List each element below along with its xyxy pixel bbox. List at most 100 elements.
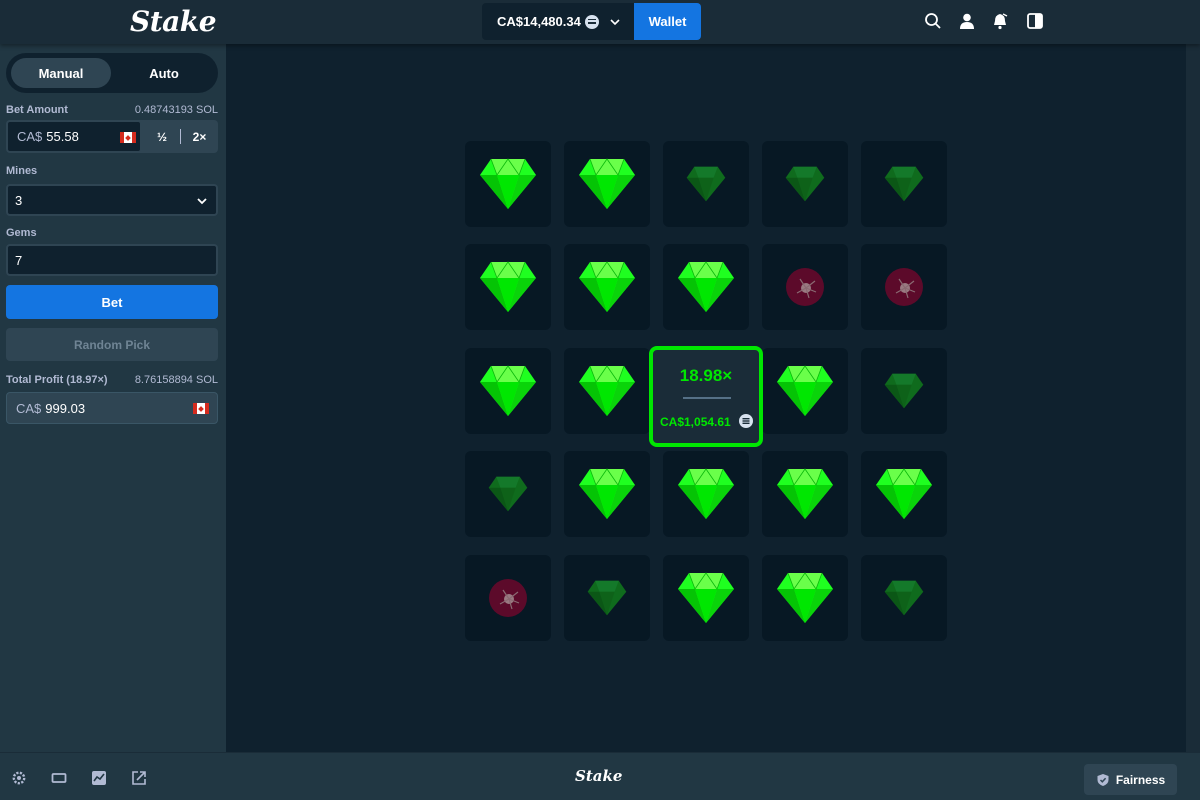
gem-icon	[579, 468, 635, 519]
mines-select[interactable]: 3	[6, 184, 218, 216]
gem-icon	[777, 365, 833, 416]
mine-tile[interactable]	[762, 451, 848, 537]
half-bet-button[interactable]: ½	[144, 120, 180, 153]
popout-icon[interactable]	[131, 770, 147, 786]
gems-label: Gems	[6, 227, 37, 239]
mine-tile[interactable]	[663, 244, 749, 330]
bottom-bar: Stake Fairness	[0, 752, 1200, 800]
mine-tile[interactable]	[465, 348, 551, 434]
result-divider	[683, 397, 731, 399]
mine-tile[interactable]	[564, 555, 650, 641]
result-multiplier: 18.98×	[679, 366, 733, 385]
mine-tile[interactable]	[564, 451, 650, 537]
mine-tile[interactable]	[762, 244, 848, 330]
bet-amount-crypto: 0.48743193 SOL	[134, 104, 218, 116]
stake-logo[interactable]: Stake	[130, 5, 217, 38]
gem-icon	[480, 261, 536, 312]
coin-icon	[739, 414, 753, 428]
mode-toggle: Manual Auto	[6, 53, 218, 93]
gem-icon	[579, 261, 635, 312]
mine-tile[interactable]	[564, 244, 650, 330]
gem-icon	[480, 365, 536, 416]
chevron-down-icon	[610, 18, 620, 25]
gem-icon	[579, 365, 635, 416]
settings-gear-icon[interactable]	[11, 770, 27, 786]
balance-value: CA$14,480.34	[497, 14, 581, 29]
gem-icon	[579, 158, 635, 209]
gem-icon	[785, 166, 825, 202]
gem-icon	[480, 158, 536, 209]
bet-currency: CA$	[17, 129, 43, 144]
gem-icon	[777, 572, 833, 623]
coin-icon	[584, 14, 599, 29]
gem-icon	[678, 572, 734, 623]
mine-tile[interactable]	[762, 348, 848, 434]
mine-tile[interactable]	[861, 348, 947, 434]
mine-tile[interactable]	[564, 348, 650, 434]
mine-tile[interactable]	[465, 555, 551, 641]
bet-amount-input[interactable]: CA$ 55.58	[7, 121, 141, 152]
canada-flag-icon	[120, 132, 136, 143]
double-bet-button[interactable]: 2×	[180, 129, 218, 144]
total-profit-field: CA$ 999.03	[6, 392, 218, 424]
profit-currency: CA$	[16, 400, 42, 416]
live-stats-icon[interactable]	[91, 770, 107, 786]
gem-icon	[884, 373, 924, 409]
user-icon[interactable]	[958, 12, 976, 30]
fairness-button[interactable]: Fairness	[1084, 764, 1177, 795]
gem-icon	[686, 166, 726, 202]
mine-icon	[786, 268, 824, 306]
gems-value: 7	[15, 252, 23, 268]
gem-icon	[777, 468, 833, 519]
top-bar: Stake CA$14,480.34 Wallet	[0, 0, 1200, 44]
wallet-button[interactable]: Wallet	[634, 3, 701, 40]
chevron-down-icon	[197, 198, 207, 205]
tab-manual[interactable]: Manual	[11, 58, 111, 88]
gem-icon	[876, 468, 932, 519]
bet-controls-panel: Manual Auto Bet Amount 0.48743193 SOL CA…	[0, 44, 226, 752]
mine-tile[interactable]	[861, 451, 947, 537]
shield-check-icon	[1097, 773, 1109, 786]
mines-value: 3	[15, 192, 23, 208]
bet-amount-value: 55.58	[46, 129, 79, 144]
bet-amount-label: Bet Amount	[6, 104, 68, 116]
bet-button[interactable]: Bet	[6, 285, 218, 319]
mine-tile[interactable]	[663, 555, 749, 641]
mine-tile[interactable]	[762, 555, 848, 641]
mine-tile[interactable]	[663, 141, 749, 227]
mine-tile[interactable]	[762, 141, 848, 227]
gem-icon	[488, 476, 528, 512]
mine-tile[interactable]	[861, 555, 947, 641]
sidebar-toggle-icon[interactable]	[1026, 12, 1044, 30]
result-amount: CA$1,054.61	[660, 415, 731, 429]
bet-amount-group: CA$ 55.58 ½ 2×	[6, 120, 218, 153]
stake-footer-logo: Stake	[575, 767, 623, 785]
mine-tile[interactable]	[564, 141, 650, 227]
total-profit-crypto: 8.76158894 SOL	[134, 374, 218, 386]
mine-tile[interactable]	[861, 244, 947, 330]
balance-selector[interactable]: CA$14,480.34	[482, 3, 634, 40]
mine-tile[interactable]	[465, 141, 551, 227]
mine-tile[interactable]	[465, 244, 551, 330]
notification-bell-icon[interactable]	[991, 12, 1009, 30]
right-scroll-strip	[1186, 44, 1200, 752]
search-icon[interactable]	[924, 12, 942, 30]
gem-icon	[587, 580, 627, 616]
mine-tile[interactable]	[861, 141, 947, 227]
theatre-mode-icon[interactable]	[51, 770, 67, 786]
mine-tile[interactable]	[663, 451, 749, 537]
canada-flag-icon	[193, 403, 209, 414]
gem-icon	[678, 468, 734, 519]
win-result-card: 18.98× CA$1,054.61	[649, 346, 763, 447]
gem-icon	[884, 580, 924, 616]
gem-icon	[678, 261, 734, 312]
gem-icon	[884, 166, 924, 202]
tab-auto[interactable]: Auto	[114, 58, 214, 88]
mine-icon	[489, 579, 527, 617]
random-pick-button[interactable]: Random Pick	[6, 328, 218, 361]
profit-value: 999.03	[45, 400, 86, 416]
total-profit-label: Total Profit (18.97×)	[6, 374, 108, 386]
fairness-label: Fairness	[1115, 772, 1166, 787]
mine-tile[interactable]	[465, 451, 551, 537]
gems-field: 7	[6, 244, 218, 276]
